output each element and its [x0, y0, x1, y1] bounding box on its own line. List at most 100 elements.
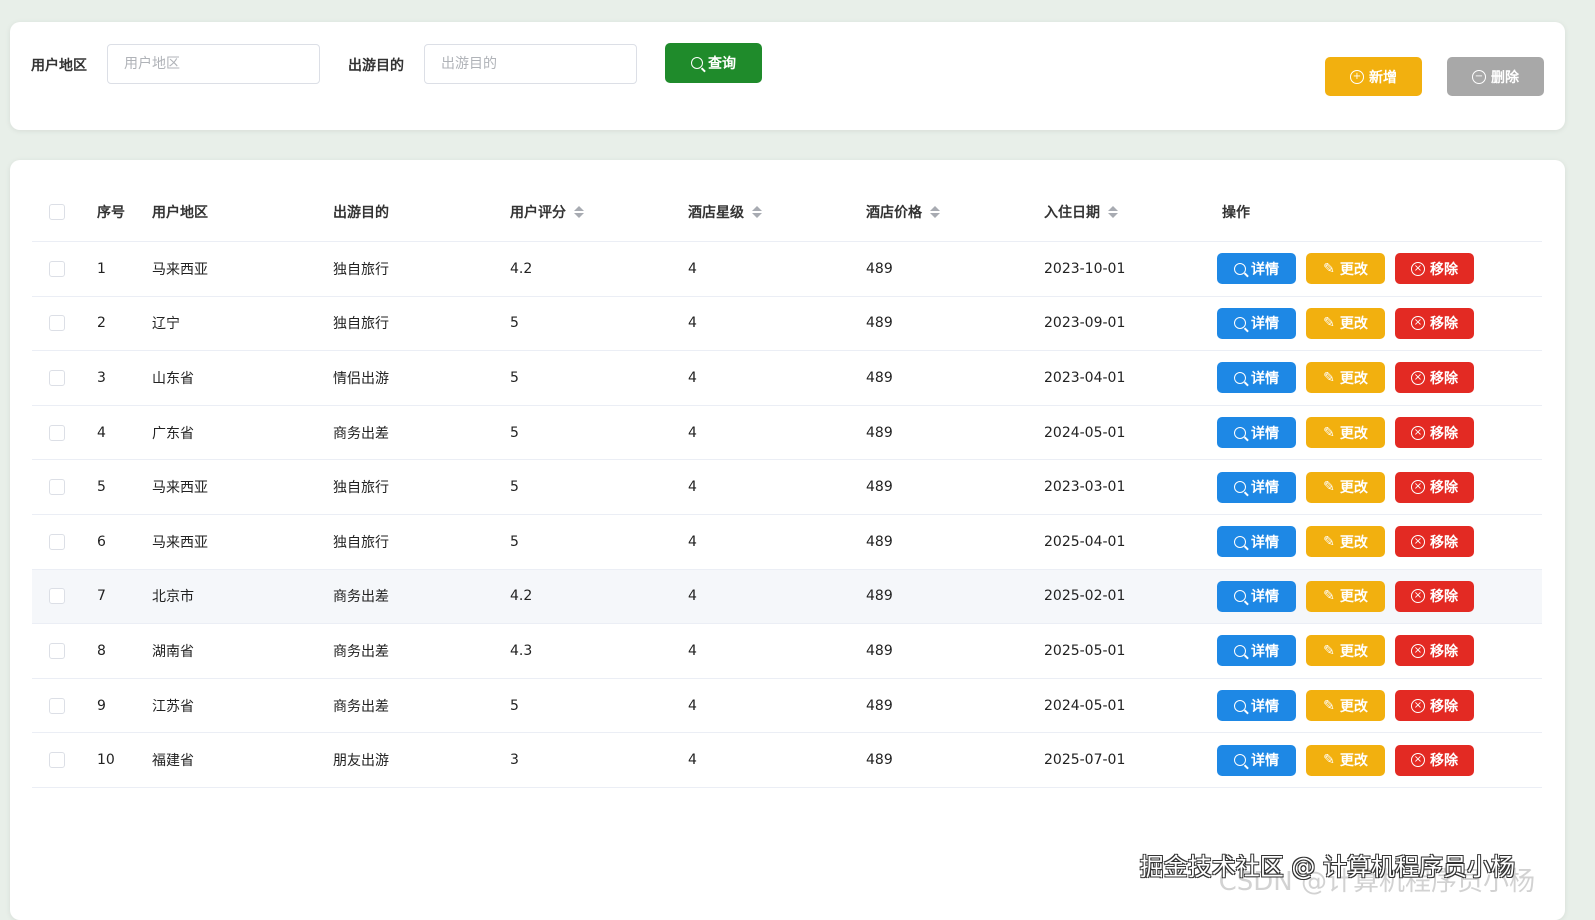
detail-button[interactable]: 详情 [1217, 417, 1296, 449]
row-checkbox[interactable] [49, 369, 65, 386]
delete-button[interactable]: − 删除 [1447, 57, 1544, 96]
add-label: 新增 [1369, 69, 1397, 86]
detail-button[interactable]: 详情 [1217, 580, 1296, 612]
detail-button[interactable]: 详情 [1217, 471, 1296, 503]
detail-button[interactable]: 详情 [1217, 253, 1296, 285]
edit-button[interactable]: ✎ 更改 [1306, 580, 1385, 612]
sort-icon[interactable] [1108, 205, 1118, 218]
header-rating[interactable]: 用户评分 [501, 202, 679, 222]
edit-button[interactable]: ✎ 更改 [1306, 417, 1385, 449]
header-actions: 操作 [1222, 204, 1250, 221]
header-region: 用户地区 [152, 204, 208, 221]
sort-icon[interactable] [930, 205, 940, 218]
edit-button[interactable]: ✎ 更改 [1306, 471, 1385, 503]
detail-button[interactable]: 详情 [1217, 635, 1296, 667]
search-icon [1234, 644, 1246, 657]
plus-circle-icon: + [1350, 69, 1364, 84]
cell-rating: 5 [510, 533, 519, 550]
edit-button[interactable]: ✎ 更改 [1306, 744, 1385, 776]
row-checkbox[interactable] [49, 479, 65, 496]
row-checkbox[interactable] [49, 260, 65, 277]
close-circle-icon: × [1411, 534, 1425, 549]
remove-label: 移除 [1430, 261, 1458, 278]
edit-label: 更改 [1339, 753, 1368, 770]
edit-label: 更改 [1339, 261, 1368, 278]
remove-button[interactable]: × 移除 [1395, 744, 1474, 776]
header-price[interactable]: 酒店价格 [857, 202, 1035, 222]
sort-icon[interactable] [752, 205, 762, 218]
cell-stars: 4 [688, 315, 697, 332]
detail-label: 详情 [1251, 480, 1279, 497]
region-input[interactable] [107, 44, 320, 84]
table-row: 1 马来西亚 独自旅行 4.2 4 489 2023-10-01 详情 ✎ 更改 × 移除 [32, 242, 1542, 297]
cell-rating: 3 [510, 752, 519, 769]
row-checkbox[interactable] [49, 315, 65, 332]
row-checkbox[interactable] [49, 533, 65, 550]
remove-button[interactable]: × 移除 [1395, 253, 1474, 285]
cell-index: 6 [97, 533, 106, 550]
cell-index: 10 [97, 752, 115, 769]
remove-label: 移除 [1430, 534, 1458, 551]
sort-icon[interactable] [574, 205, 584, 218]
detail-button[interactable]: 详情 [1217, 526, 1296, 558]
edit-label: 更改 [1339, 589, 1368, 606]
cell-purpose: 独自旅行 [333, 261, 389, 278]
remove-button[interactable]: × 移除 [1395, 635, 1474, 667]
cell-index: 1 [97, 260, 106, 277]
detail-button[interactable]: 详情 [1217, 744, 1296, 776]
header-date[interactable]: 入住日期 [1035, 202, 1213, 222]
remove-button[interactable]: × 移除 [1395, 417, 1474, 449]
edit-button[interactable]: ✎ 更改 [1306, 635, 1385, 667]
edit-icon: ✎ [1323, 315, 1335, 332]
edit-button[interactable]: ✎ 更改 [1306, 307, 1385, 339]
row-checkbox[interactable] [49, 588, 65, 605]
cell-price: 489 [866, 479, 893, 496]
query-button[interactable]: 查询 [665, 43, 762, 83]
detail-button[interactable]: 详情 [1217, 362, 1296, 394]
row-checkbox[interactable] [49, 752, 65, 769]
select-all-checkbox[interactable] [49, 203, 65, 220]
add-button[interactable]: + 新增 [1325, 57, 1422, 96]
table-panel: 序号 用户地区 出游目的 用户评分 酒店星级 酒店价格 入住日期 操作 1 马来西… [10, 160, 1565, 920]
cell-price: 489 [866, 533, 893, 550]
cell-rating: 4.2 [510, 260, 533, 277]
row-checkbox[interactable] [49, 697, 65, 714]
cell-region: 马来西亚 [152, 480, 208, 497]
cell-date: 2023-03-01 [1044, 479, 1126, 496]
remove-button[interactable]: × 移除 [1395, 307, 1474, 339]
remove-button[interactable]: × 移除 [1395, 471, 1474, 503]
cell-rating: 4.3 [510, 642, 533, 659]
cell-price: 489 [866, 642, 893, 659]
region-label: 用户地区 [31, 58, 87, 74]
edit-button[interactable]: ✎ 更改 [1306, 526, 1385, 558]
edit-icon: ✎ [1323, 479, 1335, 496]
cell-date: 2024-05-01 [1044, 697, 1126, 714]
remove-button[interactable]: × 移除 [1395, 580, 1474, 612]
row-checkbox[interactable] [49, 642, 65, 659]
edit-icon: ✎ [1323, 369, 1335, 386]
edit-icon: ✎ [1323, 260, 1335, 277]
header-stars[interactable]: 酒店星级 [679, 202, 857, 222]
close-circle-icon: × [1411, 370, 1425, 385]
remove-button[interactable]: × 移除 [1395, 526, 1474, 558]
edit-icon: ✎ [1323, 642, 1335, 659]
detail-button[interactable]: 详情 [1217, 307, 1296, 339]
cell-region: 广东省 [152, 425, 194, 442]
edit-label: 更改 [1339, 480, 1368, 497]
detail-button[interactable]: 详情 [1217, 690, 1296, 722]
edit-button[interactable]: ✎ 更改 [1306, 690, 1385, 722]
search-icon [691, 57, 703, 69]
edit-label: 更改 [1339, 370, 1368, 387]
remove-button[interactable]: × 移除 [1395, 690, 1474, 722]
search-icon [1234, 754, 1246, 767]
edit-button[interactable]: ✎ 更改 [1306, 362, 1385, 394]
purpose-label: 出游目的 [348, 58, 404, 74]
cell-purpose: 情侣出游 [333, 370, 389, 387]
edit-button[interactable]: ✎ 更改 [1306, 253, 1385, 285]
purpose-input[interactable] [424, 44, 637, 84]
remove-button[interactable]: × 移除 [1395, 362, 1474, 394]
row-checkbox[interactable] [49, 424, 65, 441]
header-price-label: 酒店价格 [866, 204, 922, 221]
row-actions: 详情 ✎ 更改 × 移除 [1213, 471, 1542, 503]
cell-region: 山东省 [152, 370, 194, 387]
